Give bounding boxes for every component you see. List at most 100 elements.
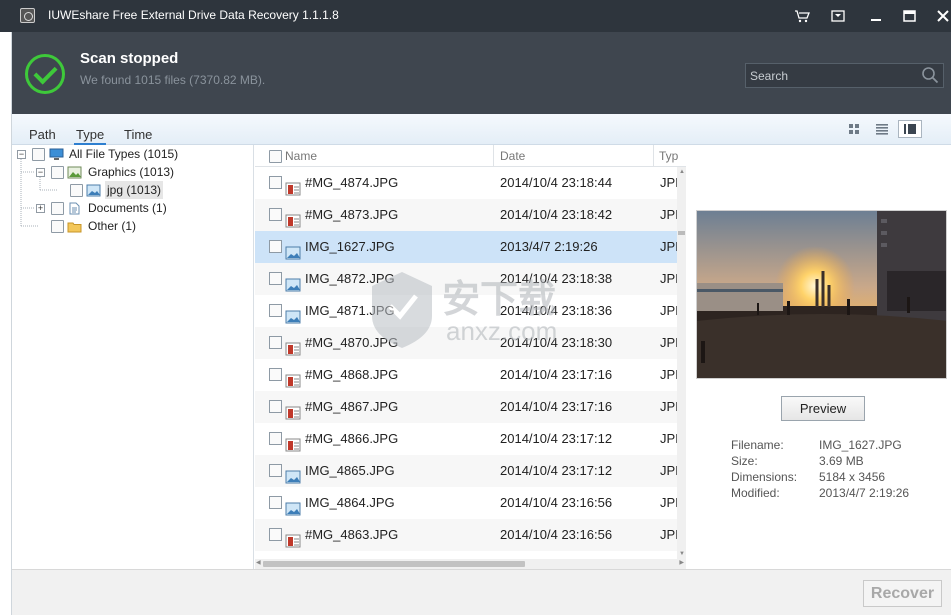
tree-item-documents[interactable]: Documents (1)	[88, 199, 167, 217]
row-checkbox[interactable]	[269, 240, 282, 253]
file-type: JPI	[660, 527, 679, 542]
vertical-scroll-thumb[interactable]	[678, 231, 685, 235]
tree-item-all-file-types[interactable]: All File Types (1015)	[69, 145, 178, 163]
scan-status-header: Scan stopped We found 1015 files (7370.8…	[12, 32, 951, 114]
row-checkbox[interactable]	[269, 368, 282, 381]
tree-collapse-toggle[interactable]: −	[17, 150, 26, 159]
list-view-button[interactable]	[870, 120, 894, 138]
tree-checkbox-documents[interactable]	[51, 202, 64, 215]
table-row[interactable]: IMG_4865.JPG 2014/10/4 23:17:12 JPI	[255, 455, 679, 487]
check-circle-icon	[25, 54, 65, 94]
row-checkbox[interactable]	[269, 432, 282, 445]
recover-button[interactable]: Recover	[863, 580, 942, 607]
file-date: 2014/10/4 23:16:56	[500, 527, 613, 542]
row-checkbox[interactable]	[269, 464, 282, 477]
file-date: 2014/10/4 23:17:12	[500, 463, 613, 478]
detail-view-icon	[904, 124, 916, 134]
table-row[interactable]: IMG_4871.JPG 2014/10/4 23:18:36 JPI	[255, 295, 679, 327]
table-row[interactable]: IMG_4872.JPG 2014/10/4 23:18:38 JPI	[255, 263, 679, 295]
file-type-tree: − All File Types (1015) − Graphics (1013…	[12, 145, 254, 569]
list-view-icon	[876, 124, 888, 135]
vertical-scrollbar[interactable]: ▲ ▼	[677, 167, 686, 559]
file-type: JPI	[660, 431, 679, 446]
tree-item-graphics[interactable]: Graphics (1013)	[88, 163, 174, 181]
row-checkbox[interactable]	[269, 304, 282, 317]
search-input[interactable]	[750, 68, 910, 84]
maximize-icon[interactable]	[896, 4, 922, 28]
table-row[interactable]: #MG_4873.JPG 2014/10/4 23:18:42 JPI	[255, 199, 679, 231]
row-checkbox[interactable]	[269, 400, 282, 413]
file-date: 2013/4/7 2:19:26	[500, 239, 598, 254]
file-date: 2014/10/4 23:18:44	[500, 175, 613, 190]
file-date: 2014/10/4 23:18:36	[500, 303, 613, 318]
meta-modified-label: Modified:	[731, 486, 780, 500]
tree-item-other[interactable]: Other (1)	[88, 217, 136, 235]
search-icon[interactable]	[921, 66, 939, 84]
table-row[interactable]: #MG_4868.JPG 2014/10/4 23:17:16 JPI	[255, 359, 679, 391]
file-name: #MG_4866.JPG	[305, 431, 399, 446]
status-title: Scan stopped	[80, 50, 179, 67]
column-header-type[interactable]: Typ	[659, 149, 678, 163]
thumbnail-view-button[interactable]	[842, 120, 866, 138]
file-type: JPI	[660, 399, 679, 414]
image-file-icon	[285, 464, 301, 484]
title-bar: IUWEshare Free External Drive Data Recov…	[0, 0, 951, 32]
tree-checkbox-all[interactable]	[32, 148, 45, 161]
menu-icon[interactable]	[825, 4, 851, 28]
scroll-up-arrow-icon[interactable]: ▲	[679, 169, 685, 175]
row-checkbox[interactable]	[269, 528, 282, 541]
row-checkbox[interactable]	[269, 272, 282, 285]
table-row[interactable]: #MG_4867.JPG 2014/10/4 23:17:16 JPI	[255, 391, 679, 423]
file-name: #MG_4868.JPG	[305, 367, 399, 382]
table-row[interactable]: #MG_4866.JPG 2014/10/4 23:17:12 JPI	[255, 423, 679, 455]
file-list: Name Date Typ #MG_4874.JPG 2014/10/4 23:1…	[255, 145, 686, 569]
column-header-date[interactable]: Date	[500, 149, 525, 163]
tab-type[interactable]: Type	[74, 127, 107, 145]
scroll-left-arrow-icon[interactable]: ◀	[256, 559, 261, 566]
select-all-checkbox[interactable]	[269, 150, 282, 163]
table-row[interactable]: #MG_4870.JPG 2014/10/4 23:18:30 JPI	[255, 327, 679, 359]
column-header-name[interactable]: Name	[285, 149, 317, 163]
app-window: IUWEshare Free External Drive Data Recov…	[0, 0, 951, 615]
tab-time[interactable]: Time	[124, 127, 152, 142]
detail-view-button[interactable]	[898, 120, 922, 138]
tree-expand-toggle[interactable]: +	[36, 204, 45, 213]
column-separator[interactable]	[653, 145, 654, 167]
tree-checkbox-jpg[interactable]	[70, 184, 83, 197]
search-box	[745, 63, 944, 88]
image-file-icon	[285, 240, 301, 260]
file-date: 2014/10/4 23:18:30	[500, 335, 613, 350]
table-row[interactable]: #MG_4863.JPG 2014/10/4 23:16:56 JPI	[255, 519, 679, 551]
row-checkbox[interactable]	[269, 208, 282, 221]
row-checkbox[interactable]	[269, 336, 282, 349]
tab-path[interactable]: Path	[29, 127, 56, 142]
damaged-image-file-icon	[285, 528, 301, 548]
tree-checkbox-graphics[interactable]	[51, 166, 64, 179]
horizontal-scroll-thumb[interactable]	[263, 561, 525, 567]
table-row[interactable]: IMG_1627.JPG 2013/4/7 2:19:26 JPI	[255, 231, 679, 263]
table-row[interactable]: IMG_4864.JPG 2014/10/4 23:16:56 JPI	[255, 487, 679, 519]
file-type: JPI	[660, 207, 679, 222]
file-type: JPI	[660, 303, 679, 318]
file-date: 2014/10/4 23:18:38	[500, 271, 613, 286]
row-checkbox[interactable]	[269, 176, 282, 189]
file-name: IMG_4864.JPG	[305, 495, 395, 510]
scroll-right-arrow-icon[interactable]: ▶	[679, 559, 684, 566]
column-separator[interactable]	[493, 145, 494, 167]
table-row[interactable]: #MG_4874.JPG 2014/10/4 23:18:44 JPI	[255, 167, 679, 199]
tree-checkbox-other[interactable]	[51, 220, 64, 233]
cart-icon[interactable]	[789, 4, 815, 28]
row-checkbox[interactable]	[269, 496, 282, 509]
horizontal-scrollbar[interactable]: ◀ ▶	[255, 559, 686, 569]
meta-filename-label: Filename:	[731, 438, 784, 452]
tree-item-jpg[interactable]: jpg (1013)	[105, 181, 164, 199]
file-date: 2014/10/4 23:16:56	[500, 495, 613, 510]
scroll-down-arrow-icon[interactable]: ▼	[679, 551, 685, 557]
image-file-icon	[285, 304, 301, 324]
tree-collapse-toggle[interactable]: −	[36, 168, 45, 177]
close-icon[interactable]	[930, 4, 951, 28]
minimize-icon[interactable]	[863, 4, 889, 28]
file-name: IMG_4865.JPG	[305, 463, 395, 478]
file-date: 2014/10/4 23:17:16	[500, 399, 613, 414]
preview-button[interactable]: Preview	[781, 396, 865, 421]
